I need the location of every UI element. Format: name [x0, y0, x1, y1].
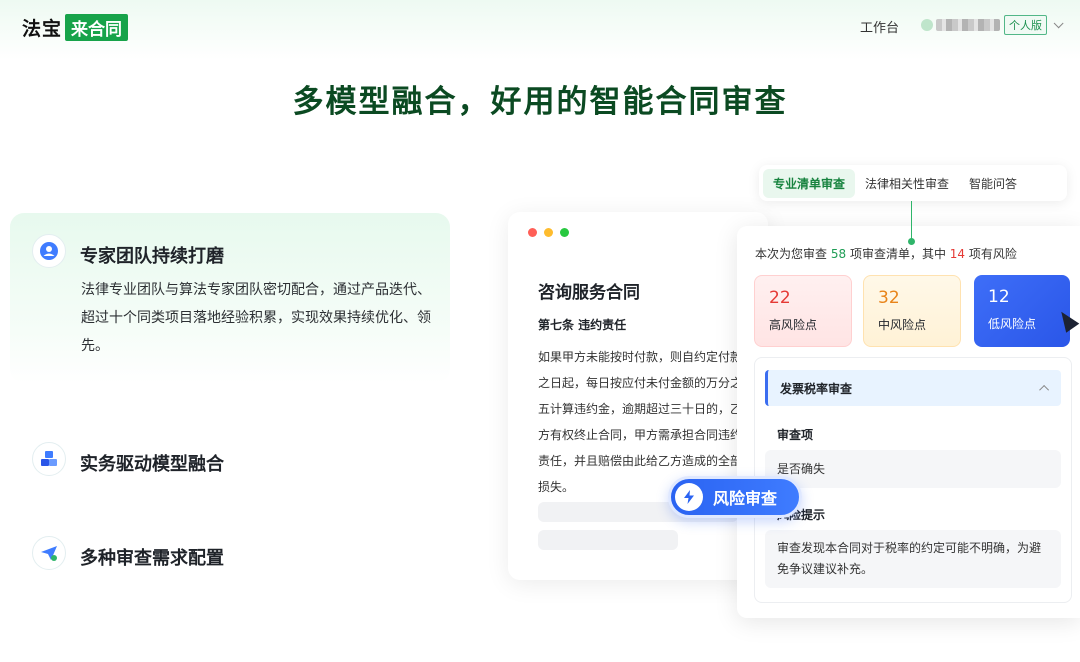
review-mode-tabs: 专业清单审查 法律相关性审查 智能问答	[759, 165, 1067, 201]
contract-title: 咨询服务合同	[538, 283, 640, 303]
risk-items-count: 14	[949, 247, 966, 261]
risk-tip-text: 审查发现本合同对于税率的约定可能不明确，为避免争议建议补充。	[765, 530, 1061, 588]
nav-workbench-link[interactable]: 工作台	[860, 17, 899, 36]
low-risk-stat[interactable]: 12 低风险点	[974, 275, 1070, 347]
high-risk-stat[interactable]: 22 高风险点	[754, 275, 852, 347]
contract-document-card: 咨询服务合同 第七条 违约责任 如果甲方未能按时付款，则自约定付款 之日起，每日…	[508, 212, 768, 580]
contract-line: 如果甲方未能按时付款，则自约定付款	[538, 350, 743, 364]
contract-line: 五计算违约金，逾期超过三十日的，乙	[538, 402, 743, 416]
logo[interactable]: 法宝 来合同	[22, 14, 129, 41]
high-risk-label: 高风险点	[769, 318, 818, 332]
cubes-icon	[32, 442, 66, 476]
summary-prefix: 本次为您审查	[755, 247, 828, 261]
logo-badge: 来合同	[65, 14, 129, 41]
low-risk-count: 12	[988, 287, 1010, 307]
tab-legal-relevance[interactable]: 法律相关性审查	[855, 169, 959, 198]
high-risk-count: 22	[769, 288, 791, 308]
minimize-dot-icon	[544, 228, 553, 237]
contract-line: 之日起，每日按应付未付金额的万分之	[538, 376, 743, 390]
review-detail-card: 发票税率审查 审查项 是否确失 风险提示 审查发现本合同对于税率的约定可能不明确…	[754, 357, 1072, 603]
review-item-label: 审查项	[777, 428, 814, 442]
feature-title-expert-team[interactable]: 专家团队持续打磨	[80, 242, 224, 268]
tab-checklist-review[interactable]: 专业清单审查	[763, 168, 856, 198]
avatar	[921, 19, 933, 31]
feature-title-model-fusion[interactable]: 实务驱动模型融合	[80, 450, 224, 476]
mid-risk-label: 中风险点	[878, 318, 927, 332]
text-placeholder	[538, 530, 678, 550]
low-risk-label: 低风险点	[988, 317, 1037, 331]
user-menu[interactable]: 个人版	[921, 15, 1064, 35]
user-team-icon	[32, 234, 66, 268]
chevron-up-icon	[1039, 384, 1050, 395]
mid-risk-count: 32	[878, 288, 900, 308]
feature-desc-expert-team: 法律专业团队与算法专家团队密切配合，通过产品迭代、超过十个同类项目落地经验积累，…	[81, 282, 431, 354]
total-items-count: 58	[830, 247, 847, 261]
paper-plane-gear-icon	[32, 536, 66, 570]
summary-suffix: 项有风险	[968, 247, 1017, 261]
summary-middle: 项审查清单，其中	[849, 247, 946, 261]
page-title: 多模型融合，好用的智能合同审查	[292, 84, 788, 120]
feature-title-config[interactable]: 多种审查需求配置	[80, 544, 224, 570]
header-background	[0, 0, 1080, 60]
review-result-panel: 本次为您审查 58 项审查清单，其中 14 项有风险 22 高风险点 32 中风…	[737, 226, 1080, 618]
window-dots	[528, 228, 569, 237]
contract-line: 方有权终止合同，甲方需承担合同违约	[538, 428, 743, 442]
username-blurred	[936, 19, 1000, 31]
tab-connector-dot	[908, 238, 915, 245]
review-item-value: 是否确失	[765, 450, 1061, 488]
plan-badge: 个人版	[1004, 15, 1047, 35]
contract-section-title: 第七条 违约责任	[538, 318, 627, 332]
close-dot-icon	[528, 228, 537, 237]
detail-accordion-header[interactable]: 发票税率审查	[765, 370, 1061, 406]
maximize-dot-icon	[560, 228, 569, 237]
contract-line: 责任，并且赔偿由此给乙方造成的全部	[538, 454, 743, 468]
mid-risk-stat[interactable]: 32 中风险点	[863, 275, 961, 347]
risk-review-button[interactable]: 风险审查	[668, 476, 802, 518]
tab-smart-qa[interactable]: 智能问答	[959, 169, 1027, 198]
tab-connector-line	[911, 201, 912, 241]
lightning-icon	[675, 483, 703, 511]
review-summary: 本次为您审查 58 项审查清单，其中 14 项有风险	[755, 245, 1017, 262]
detail-title: 发票税率审查	[780, 381, 853, 396]
logo-mark: 法宝	[22, 18, 63, 40]
risk-review-label: 风险审查	[713, 489, 778, 508]
